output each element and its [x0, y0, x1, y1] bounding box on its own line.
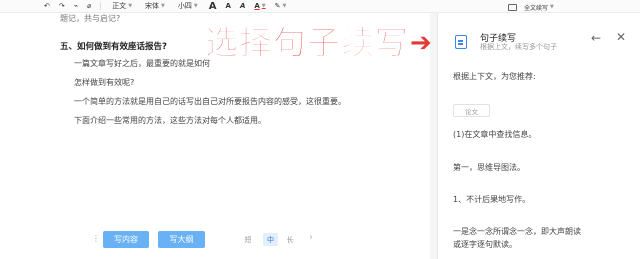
paragraph: 怎样做到有效呢? — [74, 78, 135, 87]
style-select[interactable]: 正文 ▼ — [110, 0, 134, 13]
toolbar-divider — [100, 2, 102, 10]
write-outline-button[interactable]: 写大纲 — [158, 231, 205, 248]
arrow-right-icon: ➔ — [410, 28, 432, 58]
undo-icon[interactable]: ↶ — [44, 0, 50, 13]
paragraph: 一篇文章写好之后，最重要的就是如何 — [74, 59, 210, 68]
chevron-down-icon: ▼ — [261, 3, 266, 9]
result-item[interactable]: 第一，思维导图法。 — [453, 162, 525, 173]
drag-handle-icon[interactable]: ⋮ — [92, 234, 100, 243]
grow-font-icon[interactable]: A — [209, 0, 217, 13]
section-heading: 五、如何做到有效座话报告? — [60, 42, 167, 52]
size-select[interactable]: 小四 ▼ — [176, 0, 200, 13]
chevron-down-icon: ▼ — [128, 3, 133, 9]
annotation-banner: 选择句子续写 — [205, 23, 409, 63]
text-effect-icon[interactable]: A — [240, 0, 245, 13]
document-icon — [455, 35, 467, 49]
continue-mode-value: 全文续写 — [524, 4, 549, 12]
highlight-glyph: ✎ — [274, 2, 281, 10]
write-content-button[interactable]: 写内容 — [103, 231, 149, 248]
length-long-option[interactable]: 长 — [284, 233, 296, 246]
result-item[interactable]: 或逐字逐句默读。 — [453, 239, 517, 250]
panel-toggle-icon[interactable] — [508, 2, 517, 12]
sentence-continue-panel: 句子续写 根据上文，续写多个句子 ← ✕ 根据上下文，为您推荐: 论文 (1)在… — [437, 13, 640, 259]
result-item[interactable]: 一是念一念所谓念一念，即大声朗读 — [453, 226, 581, 237]
size-select-value: 小四 — [177, 2, 192, 10]
panel-subtitle: 根据上文，续写多个句子 — [480, 43, 557, 51]
close-icon[interactable]: ✕ — [616, 30, 626, 44]
result-item[interactable]: (1)在文章中查找信息。 — [453, 129, 536, 140]
paragraph: 一个简单的方法就是用自己的话写出自己对所要报告内容的感受，这很重要。 — [74, 97, 346, 106]
font-select[interactable]: 宋体 ▼ — [143, 0, 167, 13]
redo-icon[interactable]: ↷ — [59, 0, 65, 13]
paragraph: 下面介绍一些常用的方法，这些方法对每个人都适用。 — [74, 116, 266, 125]
font-color-glyph: A — [254, 2, 260, 10]
category-tag[interactable]: 论文 — [453, 104, 490, 117]
chevron-right-icon[interactable]: › — [309, 232, 313, 243]
previous-line-fragment: 题记，共与启记? — [60, 14, 121, 23]
style-select-value: 正文 — [112, 2, 127, 10]
chevron-down-icon: ▼ — [193, 3, 198, 9]
highlight-icon[interactable]: ✎ ▼ — [275, 0, 287, 13]
result-item[interactable]: 1、不计后果地写作。 — [453, 194, 530, 205]
clear-format-icon[interactable]: ⌀ — [87, 0, 91, 13]
length-medium-option[interactable]: 中 — [263, 233, 278, 246]
chevron-down-icon: ▼ — [282, 3, 287, 9]
back-arrow-icon[interactable]: ← — [591, 31, 601, 45]
chevron-down-icon: ▼ — [550, 4, 554, 10]
font-select-value: 宋体 — [145, 2, 160, 10]
shrink-font-icon[interactable]: A — [226, 0, 231, 13]
chevron-down-icon: ▼ — [161, 3, 165, 9]
continue-mode-select[interactable]: 全文续写 ▼ — [524, 2, 554, 12]
recommend-prompt: 根据上下文，为您推荐: — [453, 72, 536, 81]
length-short-option[interactable]: 短 — [242, 233, 254, 246]
font-color-icon[interactable]: A ▼ — [254, 0, 265, 13]
format-painter-icon[interactable]: ⌁ — [74, 0, 78, 13]
